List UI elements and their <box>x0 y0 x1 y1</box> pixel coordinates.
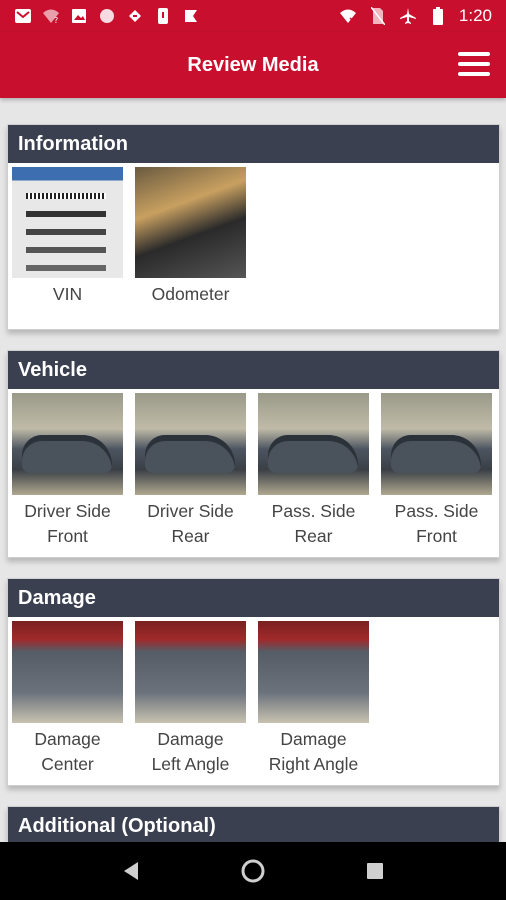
system-nav-bar <box>0 842 506 900</box>
media-driver-side-rear[interactable]: Driver Side Rear <box>135 393 246 557</box>
flag-icon <box>182 7 200 25</box>
section-header: Vehicle <box>8 351 499 389</box>
no-sim-icon <box>369 7 387 25</box>
page-title: Review Media <box>187 53 319 76</box>
image-icon <box>70 7 88 25</box>
media-damage-center[interactable]: Damage Center <box>12 621 123 785</box>
back-icon[interactable] <box>111 851 151 891</box>
caption: Damage Left Angle <box>151 729 230 774</box>
damage-photo <box>258 621 369 723</box>
battery-icon <box>429 7 447 25</box>
hamburger-menu-icon[interactable] <box>458 49 490 79</box>
wifi-x-icon <box>339 7 357 25</box>
home-icon[interactable] <box>233 851 273 891</box>
svg-text:?: ? <box>54 16 58 24</box>
caption: Driver Side Front <box>24 501 111 546</box>
section-damage: Damage Damage Center Damage Left Angle Dam… <box>7 578 500 786</box>
caption: Damage Right Angle <box>268 729 359 774</box>
car-photo <box>135 393 246 495</box>
car-photo <box>12 393 123 495</box>
media-list[interactable]: Information VIN Odometer Vehicle Driver … <box>0 98 506 842</box>
status-bar: ? 1:20 <box>0 0 506 32</box>
media-damage-right-angle[interactable]: Damage Right Angle <box>258 621 369 785</box>
recents-icon[interactable] <box>355 851 395 891</box>
airplane-icon <box>399 7 417 25</box>
section-vehicle: Vehicle Driver Side Front Driver Side Rear… <box>7 350 500 558</box>
caption: Pass. Side Rear <box>271 501 356 546</box>
circle-icon <box>98 7 116 25</box>
caption: Odometer <box>151 284 230 304</box>
phone-alert-icon <box>154 7 172 25</box>
sync-icon <box>126 7 144 25</box>
media-odometer[interactable]: Odometer <box>135 167 246 329</box>
clock: 1:20 <box>458 6 492 25</box>
damage-photo <box>135 621 246 723</box>
odometer-photo <box>135 167 246 278</box>
vin-photo <box>12 167 123 278</box>
caption: VIN <box>52 284 83 304</box>
media-driver-side-front[interactable]: Driver Side Front <box>12 393 123 557</box>
section-additional: Additional (Optional) <box>7 806 500 842</box>
section-header: Additional (Optional) <box>8 807 499 842</box>
media-damage-left-angle[interactable]: Damage Left Angle <box>135 621 246 785</box>
section-header: Information <box>8 125 499 163</box>
media-pass-side-rear[interactable]: Pass. Side Rear <box>258 393 369 557</box>
gmail-icon <box>14 7 32 25</box>
caption: Damage Center <box>34 729 101 774</box>
app-bar: Review Media <box>0 32 506 98</box>
media-vin[interactable]: VIN <box>12 167 123 329</box>
wifi-question-icon: ? <box>42 7 60 25</box>
car-photo <box>258 393 369 495</box>
section-header: Damage <box>8 579 499 617</box>
section-information: Information VIN Odometer <box>7 124 500 330</box>
caption: Pass. Side Front <box>394 501 479 546</box>
car-photo <box>381 393 492 495</box>
damage-photo <box>12 621 123 723</box>
media-pass-side-front[interactable]: Pass. Side Front <box>381 393 492 557</box>
caption: Driver Side Rear <box>147 501 234 546</box>
